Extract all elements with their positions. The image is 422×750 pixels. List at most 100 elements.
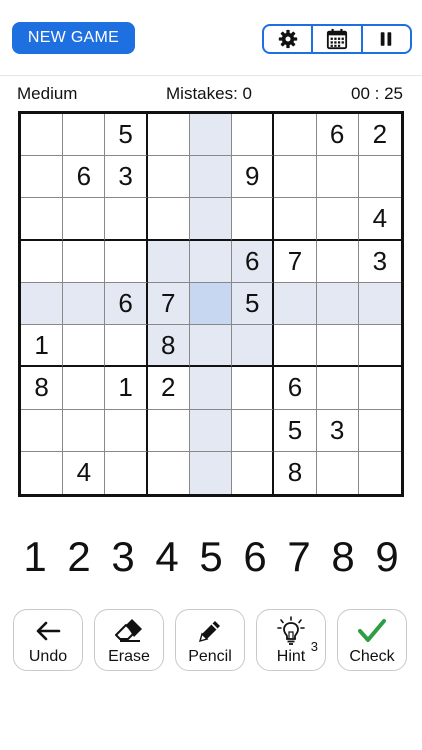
board-cell-r3c5[interactable] xyxy=(189,198,233,241)
erase-button[interactable]: Erase xyxy=(94,609,164,671)
board-cell-r4c9[interactable]: 3 xyxy=(358,241,401,283)
board-cell-r1c7[interactable] xyxy=(274,114,317,157)
board-cell-r7c6[interactable] xyxy=(232,367,275,410)
settings-button[interactable] xyxy=(264,26,314,52)
board-cell-r3c3[interactable] xyxy=(105,198,148,241)
board-cell-r1c2[interactable] xyxy=(63,114,106,157)
board-cell-r7c9[interactable] xyxy=(358,367,401,410)
board-cell-r5c7[interactable] xyxy=(274,282,317,326)
board-cell-r6c6[interactable] xyxy=(232,325,275,368)
board-cell-r3c8[interactable] xyxy=(316,198,359,241)
board-cell-r6c7[interactable] xyxy=(274,325,317,368)
board-cell-r8c5[interactable] xyxy=(189,409,233,452)
board-cell-r2c9[interactable] xyxy=(358,156,401,199)
board-cell-r8c4[interactable] xyxy=(147,409,190,452)
board-cell-r7c7[interactable]: 6 xyxy=(274,367,317,410)
number-button-1[interactable]: 1 xyxy=(13,532,57,582)
board-cell-r9c6[interactable] xyxy=(232,451,275,494)
new-game-button[interactable]: NEW GAME xyxy=(12,22,135,54)
number-button-9[interactable]: 9 xyxy=(365,532,409,582)
board-cell-r4c7[interactable]: 7 xyxy=(274,240,317,283)
board-cell-r1c9[interactable]: 2 xyxy=(358,114,401,157)
board-cell-r7c1[interactable]: 8 xyxy=(21,367,64,410)
board-cell-r3c6[interactable] xyxy=(232,198,275,241)
board-cell-r6c4[interactable]: 8 xyxy=(147,325,190,368)
board-cell-r3c2[interactable] xyxy=(63,198,106,241)
board-cell-r2c2[interactable]: 6 xyxy=(63,156,106,199)
board-cell-r4c8[interactable] xyxy=(316,240,359,283)
board-cell-r8c2[interactable] xyxy=(63,409,106,452)
board-cell-r1c6[interactable] xyxy=(232,114,275,157)
board-cell-r3c1[interactable] xyxy=(21,198,64,241)
number-button-5[interactable]: 5 xyxy=(189,532,233,582)
board-cell-r5c9[interactable] xyxy=(358,282,401,326)
board-cell-r6c1[interactable]: 1 xyxy=(21,325,64,368)
board-cell-r8c3[interactable] xyxy=(105,409,148,452)
board-cell-r8c8[interactable]: 3 xyxy=(316,409,359,452)
hint-button[interactable]: 3 Hint xyxy=(256,609,326,671)
board-cell-r2c5[interactable] xyxy=(189,156,233,199)
number-button-2[interactable]: 2 xyxy=(57,532,101,582)
board-cell-r7c8[interactable] xyxy=(316,367,359,410)
board-cell-r4c3[interactable] xyxy=(105,240,148,283)
board-cell-r3c9[interactable]: 4 xyxy=(358,198,401,241)
board-cell-r3c7[interactable] xyxy=(274,198,317,241)
number-button-8[interactable]: 8 xyxy=(321,532,365,582)
board-cell-r9c7[interactable]: 8 xyxy=(274,451,317,494)
board-cell-r4c4[interactable] xyxy=(147,240,190,283)
calendar-button[interactable] xyxy=(313,26,363,52)
board-cell-r1c8[interactable]: 6 xyxy=(316,114,359,157)
board-cell-r5c1[interactable] xyxy=(21,282,64,326)
board-cell-r9c1[interactable] xyxy=(21,451,64,494)
board-cell-r6c9[interactable] xyxy=(358,325,401,368)
board-cell-r5c4[interactable]: 7 xyxy=(147,282,190,326)
board-cell-r8c7[interactable]: 5 xyxy=(274,409,317,452)
board-cell-r2c7[interactable] xyxy=(274,156,317,199)
board-cell-r2c4[interactable] xyxy=(147,156,190,199)
board-cell-r4c1[interactable] xyxy=(21,240,64,283)
board-cell-r2c3[interactable]: 3 xyxy=(105,156,148,199)
board-cell-r5c3[interactable]: 6 xyxy=(105,282,148,326)
board-cell-r9c8[interactable] xyxy=(317,451,359,494)
board-cell-r5c5[interactable] xyxy=(189,282,233,326)
board-cell-r1c3[interactable]: 5 xyxy=(105,114,148,157)
board-cell-r7c3[interactable]: 1 xyxy=(105,367,148,410)
board-cell-r2c8[interactable] xyxy=(316,156,359,199)
check-button[interactable]: Check xyxy=(337,609,407,671)
number-button-4[interactable]: 4 xyxy=(145,532,189,582)
board-cell-r9c9[interactable] xyxy=(359,452,401,494)
board-cell-r2c1[interactable] xyxy=(21,156,64,199)
board-cell-r3c4[interactable] xyxy=(147,198,190,241)
board-cell-r7c4[interactable]: 2 xyxy=(147,367,190,410)
board-cell-r6c2[interactable] xyxy=(63,325,106,368)
number-button-7[interactable]: 7 xyxy=(277,532,321,582)
board-cell-r7c5[interactable] xyxy=(189,367,233,410)
pencil-button[interactable]: Pencil xyxy=(175,609,245,671)
number-button-3[interactable]: 3 xyxy=(101,532,145,582)
board-cell-r9c2[interactable]: 4 xyxy=(63,451,106,494)
board-cell-r4c5[interactable] xyxy=(189,240,233,283)
board-cell-r8c6[interactable] xyxy=(232,409,275,452)
board-cell-r5c6[interactable]: 5 xyxy=(232,282,275,326)
pause-button[interactable] xyxy=(363,26,410,52)
board-cell-r2c6[interactable]: 9 xyxy=(232,156,275,199)
board-cell-r6c5[interactable] xyxy=(189,325,233,368)
pencil-icon xyxy=(198,621,220,643)
board-cell-r5c2[interactable] xyxy=(63,282,106,326)
board-cell-r4c6[interactable]: 6 xyxy=(232,240,275,283)
board-cell-r8c1[interactable] xyxy=(21,409,64,452)
board-cell-r4c2[interactable] xyxy=(63,240,106,283)
number-button-6[interactable]: 6 xyxy=(233,532,277,582)
board-cell-r1c4[interactable] xyxy=(147,114,190,157)
board-cell-r9c3[interactable] xyxy=(105,451,148,494)
board-cell-r5c8[interactable] xyxy=(316,282,359,326)
board-cell-r7c2[interactable] xyxy=(63,367,106,410)
board-cell-r6c8[interactable] xyxy=(316,325,359,368)
board-cell-r1c5[interactable] xyxy=(189,114,233,157)
board-cell-r9c5[interactable] xyxy=(189,451,233,494)
board-cell-r1c1[interactable] xyxy=(21,114,64,157)
board-cell-r6c3[interactable] xyxy=(105,325,148,368)
board-cell-r8c9[interactable] xyxy=(358,410,401,452)
board-cell-r9c4[interactable] xyxy=(148,451,190,494)
undo-button[interactable]: Undo xyxy=(13,609,83,671)
